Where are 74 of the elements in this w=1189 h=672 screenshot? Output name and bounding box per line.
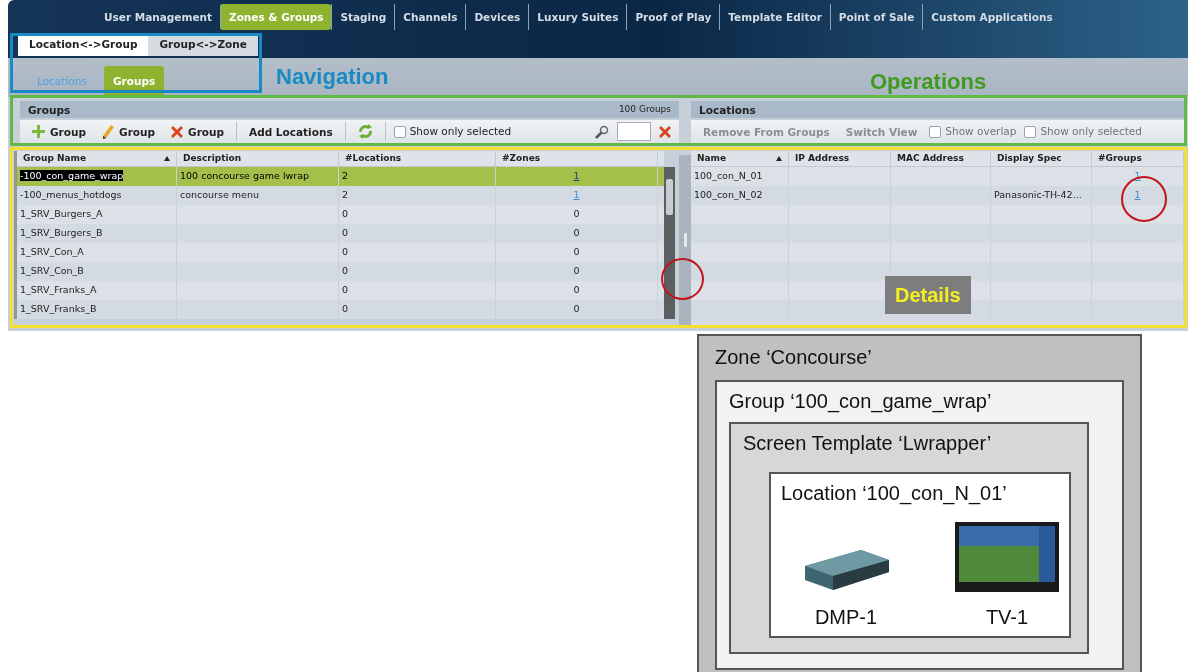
box-title: Zone ‘Concourse’ xyxy=(715,345,873,370)
toolbar-button[interactable]: Group xyxy=(94,123,164,140)
zones-link[interactable]: 1 xyxy=(573,170,580,181)
column-header[interactable]: Group Name xyxy=(17,151,177,166)
menu-item[interactable]: Devices xyxy=(465,4,529,30)
scrollbar[interactable] xyxy=(664,167,675,319)
toolbar-button[interactable]: Add Locations xyxy=(241,123,341,140)
table-cell: 0 xyxy=(573,208,580,219)
box-title: Location ‘100_con_N_01’ xyxy=(781,481,1008,507)
device-label: DMP-1 xyxy=(814,605,878,630)
group-count: 100 Groups xyxy=(618,103,672,116)
column-header[interactable]: #Locations xyxy=(339,151,496,166)
menu-item[interactable]: Luxury Suites xyxy=(528,4,627,30)
table-cell: 1_SRV_Franks_A xyxy=(20,284,97,295)
tab[interactable]: Group<->Zone xyxy=(148,34,258,56)
menu-item[interactable]: User Management xyxy=(96,4,221,30)
checkbox-label: Show only selected xyxy=(1040,123,1142,139)
menu-item[interactable]: Point of Sale xyxy=(829,4,923,30)
annotation-label: Details xyxy=(885,276,971,314)
table-cell: 1_SRV_Burgers_A xyxy=(20,208,103,219)
column-header[interactable]: MAC Address xyxy=(891,151,991,166)
table-cell: 2 xyxy=(339,167,496,186)
search-field[interactable] xyxy=(617,122,652,141)
highlight-circle xyxy=(661,258,704,300)
menu-item[interactable]: Custom Applications xyxy=(922,4,1061,30)
table-cell: 1_SRV_Con_B xyxy=(20,265,84,276)
toolbar-button[interactable]: Group xyxy=(24,123,94,140)
box-title: Group ‘100_con_game_wrap’ xyxy=(729,389,993,415)
table-cell: 0 xyxy=(573,227,580,238)
delete-icon xyxy=(659,125,672,138)
menu-item[interactable]: Template Editor xyxy=(719,4,830,30)
menu-item[interactable]: Proof of Play xyxy=(626,4,720,30)
table-row[interactable]: 1_SRV_Franks_A 0 0 xyxy=(17,281,664,300)
table-row[interactable]: 1_SRV_Con_A 0 0 xyxy=(17,243,664,262)
clear-button[interactable] xyxy=(659,125,672,138)
annotation-label: Navigation xyxy=(276,63,389,91)
refresh-icon xyxy=(357,124,373,139)
table-row[interactable]: -100_con_game_wrap 100 concourse game lwrap 2 1 xyxy=(17,167,664,186)
table-cell: -100_menus_hotdogs xyxy=(20,189,122,200)
panel-title: Groups xyxy=(28,103,71,116)
tab[interactable]: Location<->Group xyxy=(18,34,149,56)
panel-title: Locations xyxy=(699,104,756,116)
annotation-label: Operations xyxy=(870,68,987,96)
checkbox[interactable] xyxy=(393,125,406,138)
table-cell: 0 xyxy=(573,246,580,257)
table-cell: 0 xyxy=(573,303,580,314)
table-row[interactable]: 1_SRV_Burgers_A 0 0 xyxy=(17,205,664,224)
column-header[interactable]: Display Spec xyxy=(991,151,1092,166)
checkbox[interactable] xyxy=(929,125,942,138)
device-label: TV-1 xyxy=(985,605,1029,630)
checkbox[interactable] xyxy=(1024,125,1037,138)
search-icon xyxy=(595,124,610,139)
pencil-icon xyxy=(102,124,114,139)
checkbox-label: Show overlap xyxy=(945,123,1017,139)
column-header[interactable]: #Groups xyxy=(1092,151,1184,166)
plus-icon xyxy=(32,125,45,138)
table-cell: 0 xyxy=(573,284,580,295)
column-header[interactable]: Description xyxy=(177,151,339,166)
box-title: Screen Template ‘Lwrapper’ xyxy=(743,431,993,456)
table-cell: 1_SRV_Con_A xyxy=(20,246,84,257)
checkbox-label: Show only selected xyxy=(409,123,512,139)
table-cell: 1_SRV_Franks_B xyxy=(20,303,97,314)
column-header[interactable]: #Zones xyxy=(496,151,658,166)
column-header[interactable]: IP Address xyxy=(789,151,891,166)
column-header[interactable]: Name xyxy=(691,151,789,166)
table-cell: 1_SRV_Burgers_B xyxy=(20,227,103,238)
table-cell: -100_con_game_wrap xyxy=(20,170,124,181)
splitter-handle[interactable] xyxy=(679,155,691,325)
delete-icon xyxy=(171,125,184,138)
menu-item[interactable]: Staging xyxy=(331,4,395,30)
table-cell: 0 xyxy=(339,300,496,319)
table-cell: 0 xyxy=(573,265,580,276)
menu-item[interactable]: Channels xyxy=(394,4,466,30)
toolbar-button[interactable]: Group xyxy=(163,123,233,140)
